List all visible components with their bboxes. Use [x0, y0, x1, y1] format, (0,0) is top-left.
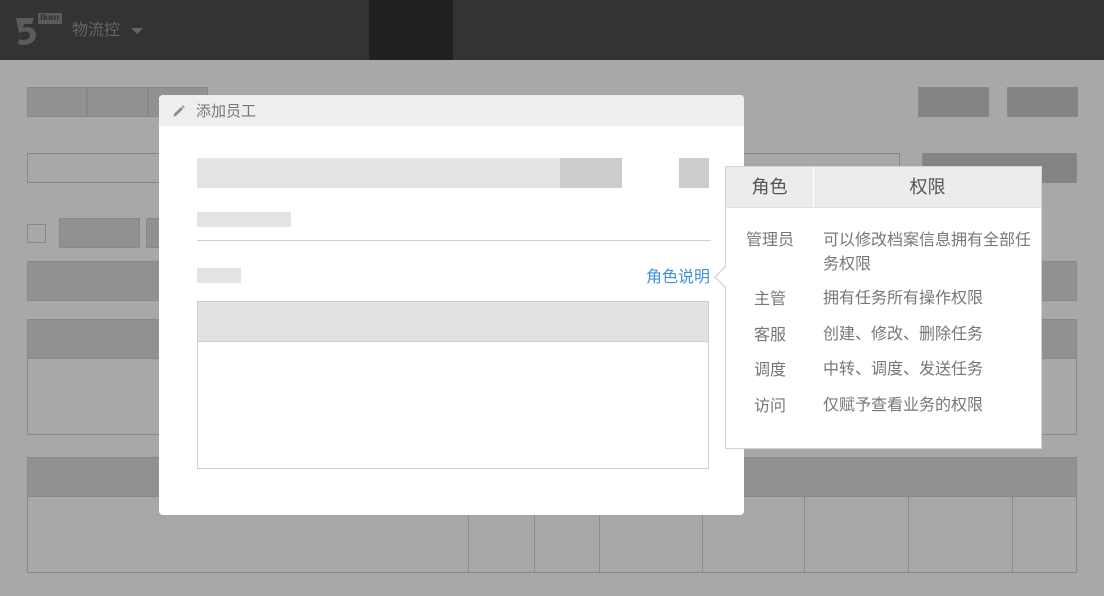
input-addon-button[interactable]: [560, 158, 622, 188]
dialog-header: 添加员工: [159, 95, 744, 126]
role-column-header: 角色: [751, 177, 788, 198]
small-square-button[interactable]: [679, 158, 709, 188]
role-name: 调度: [753, 360, 786, 379]
role-permission: 创建、修改、删除任务: [823, 324, 984, 343]
role-description-popover: 角色 权限 管理员 可以修改档案信息拥有全部任务权限 主管 拥有任务所有操作权限…: [725, 166, 1042, 449]
role-permission: 中转、调度、发送任务: [823, 359, 984, 378]
role-label-placeholder: [197, 268, 241, 283]
role-permission: 拥有任务所有操作权限: [823, 288, 984, 307]
dialog-title: 添加员工: [196, 102, 257, 120]
section-divider: [197, 240, 711, 241]
role-permission: 可以修改档案信息拥有全部任务权限: [823, 230, 1032, 273]
role-table: [197, 301, 709, 469]
role-name: 客服: [753, 325, 786, 344]
add-employee-dialog: 添加员工 角色说明: [159, 95, 744, 515]
role-name: 主管: [753, 289, 786, 308]
name-input[interactable]: [197, 158, 561, 188]
popover-header: 角色 权限: [726, 167, 1041, 208]
role-permission: 仅赋予查看业务的权限: [823, 395, 984, 414]
pencil-icon: [173, 105, 185, 117]
role-help-link[interactable]: 角色说明: [646, 266, 710, 288]
role-table-header: [198, 302, 708, 342]
role-name: 管理员: [745, 230, 794, 249]
role-name: 访问: [753, 396, 786, 415]
permission-column-header: 权限: [909, 177, 946, 198]
field-label-placeholder: [197, 212, 291, 227]
